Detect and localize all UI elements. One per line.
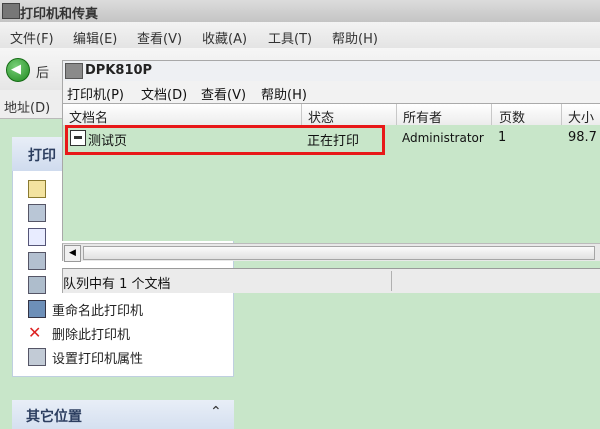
menu-help-queue[interactable]: 帮助(H) [261, 84, 307, 103]
column-owner[interactable]: 所有者 [403, 107, 442, 126]
properties-icon [28, 348, 46, 366]
back-label[interactable]: 后 [36, 62, 49, 81]
back-button[interactable]: ◀ [6, 58, 30, 82]
queue-window-title: DPK810P [85, 63, 153, 78]
menu-tools[interactable]: 工具(T) [268, 28, 312, 47]
queue-window-title-bar: DPK810P [62, 60, 600, 82]
row-pages: 1 [498, 130, 507, 145]
printer-setup-icon[interactable] [28, 180, 46, 198]
status-text: 队列中有 1 个文档 [63, 277, 171, 292]
column-document-name[interactable]: 文档名 [69, 107, 108, 126]
printers-folder-icon [2, 3, 20, 19]
delete-printer-link[interactable]: 删除此打印机 [52, 324, 130, 343]
list-header: 文档名 状态 所有者 页数 大小 [62, 103, 600, 126]
printer-icon-small [65, 63, 83, 79]
printer-icon[interactable] [28, 204, 46, 222]
scroll-left-icon[interactable]: ◀ [64, 245, 81, 262]
menu-printer[interactable]: 打印机(P) [67, 84, 124, 103]
back-arrow-icon: ◀ [11, 62, 21, 77]
other-places-title: 其它位置 [26, 409, 82, 425]
menu-document[interactable]: 文档(D) [141, 84, 187, 103]
column-status[interactable]: 状态 [308, 107, 334, 126]
queue-menu-bar: 打印机(P) 文档(D) 查看(V) 帮助(H) [62, 81, 600, 103]
scroll-thumb[interactable] [83, 246, 595, 260]
menu-view[interactable]: 查看(V) [137, 28, 182, 47]
printer-tasks-title: 打印 [28, 148, 56, 164]
printer-properties-link[interactable]: 设置打印机属性 [52, 348, 143, 367]
menu-file[interactable]: 文件(F) [10, 28, 54, 47]
outer-window-title: 打印机和传真 [20, 7, 99, 22]
rename-icon [28, 300, 46, 318]
menu-help[interactable]: 帮助(H) [332, 28, 378, 47]
row-size: 98.7 [568, 130, 597, 145]
share-icon[interactable] [28, 252, 46, 270]
menu-view-queue[interactable]: 查看(V) [201, 84, 246, 103]
rename-printer-link[interactable]: 重命名此打印机 [52, 300, 143, 319]
outer-menu-bar: 文件(F) 编辑(E) 查看(V) 收藏(A) 工具(T) 帮助(H) [0, 22, 600, 49]
row-owner: Administrator [402, 131, 484, 145]
other-places-header[interactable]: 其它位置 ⌃ [12, 400, 234, 429]
collapse-chevron-icon[interactable]: ⌃ [210, 404, 222, 420]
outer-title-bar: 打印机和传真 [0, 0, 600, 23]
document-icon[interactable] [28, 228, 46, 246]
pause-printer-icon[interactable] [28, 276, 46, 294]
status-bar: 队列中有 1 个文档 [62, 268, 600, 293]
horizontal-scrollbar[interactable]: ◀ [62, 243, 600, 262]
column-size[interactable]: 大小 [568, 107, 594, 126]
delete-icon: ✕ [28, 323, 42, 342]
menu-favorites[interactable]: 收藏(A) [202, 28, 247, 47]
highlight-box [65, 125, 385, 155]
column-pages[interactable]: 页数 [499, 107, 525, 126]
menu-edit[interactable]: 编辑(E) [73, 28, 117, 47]
address-label[interactable]: 地址(D) [4, 97, 50, 116]
